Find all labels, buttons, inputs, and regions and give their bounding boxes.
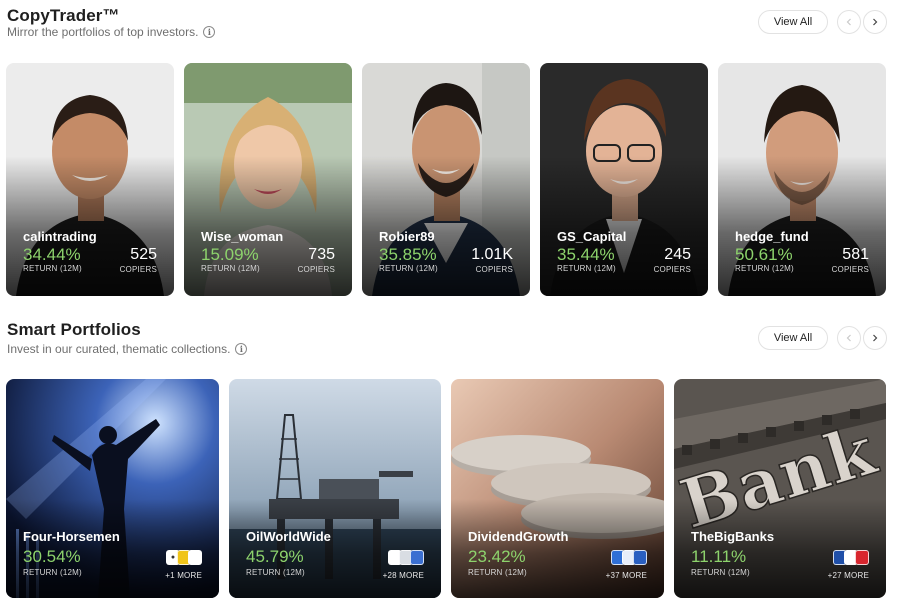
portfolio-name: Four-Horsemen xyxy=(23,529,120,544)
trader-name: hedge_fund xyxy=(735,229,809,244)
trader-card[interactable]: Robier89 35.85% RETURN (12M) 1.01K COPIE… xyxy=(362,63,530,296)
portfolio-return: 30.54% xyxy=(23,547,81,566)
trader-copiers: 245 xyxy=(664,246,691,263)
portfolio-name: OilWorldWide xyxy=(246,529,331,544)
trader-copiers-label: COPIERS xyxy=(297,265,335,274)
chevron-left-icon xyxy=(846,18,851,26)
trader-return: 15.09% xyxy=(201,245,259,264)
portfolio-return-label: RETURN (12M) xyxy=(691,568,750,577)
trader-name: calintrading xyxy=(23,229,97,244)
portfolio-assets-stack xyxy=(611,550,647,565)
portfolio-return: 23.42% xyxy=(468,547,526,566)
trader-copiers: 581 xyxy=(842,246,869,263)
smart-portfolios-subtitle-text: Invest in our curated, thematic collecti… xyxy=(7,342,231,356)
copytrader-subtitle: Mirror the portfolios of top investors. … xyxy=(7,25,216,39)
smart-portfolios-title: Smart Portfolios xyxy=(7,320,141,339)
card-shade xyxy=(540,156,708,296)
copytrader-subtitle-text: Mirror the portfolios of top investors. xyxy=(7,25,199,39)
chevron-right-icon xyxy=(873,18,878,26)
trader-return-label: RETURN (12M) xyxy=(735,264,794,273)
trader-return-label: RETURN (12M) xyxy=(557,264,616,273)
trader-card[interactable]: GS_Capital 35.44% RETURN (12M) 245 COPIE… xyxy=(540,63,708,296)
portfolio-return-label: RETURN (12M) xyxy=(468,568,527,577)
copytrader-next-button[interactable] xyxy=(863,10,887,34)
trader-return: 34.44% xyxy=(23,245,81,264)
portfolio-name: TheBigBanks xyxy=(691,529,775,544)
portfolio-more-count: +27 MORE xyxy=(827,571,869,580)
smart-portfolios-subtitle: Invest in our curated, thematic collecti… xyxy=(7,342,248,356)
trader-copiers: 735 xyxy=(308,246,335,263)
trader-return-label: RETURN (12M) xyxy=(23,264,82,273)
portfolio-more-count: +28 MORE xyxy=(382,571,424,580)
copytrader-section: CopyTrader™ Mirror the portfolios of top… xyxy=(0,0,900,300)
chevron-right-icon xyxy=(873,334,878,342)
info-icon[interactable]: i xyxy=(203,26,216,38)
asset-logo-icon xyxy=(410,550,424,565)
portfolio-more-count: +1 MORE xyxy=(165,571,202,580)
portfolio-assets-stack xyxy=(833,550,869,565)
card-shade xyxy=(6,156,174,296)
trader-card[interactable]: Wise_woman 15.09% RETURN (12M) 735 COPIE… xyxy=(184,63,352,296)
card-shade xyxy=(184,156,352,296)
trader-name: Wise_woman xyxy=(201,229,284,244)
portfolio-return-label: RETURN (12M) xyxy=(23,568,82,577)
trader-copiers-label: COPIERS xyxy=(119,265,157,274)
copytrader-title: CopyTrader™ xyxy=(7,6,120,25)
smart-portfolios-section: Smart Portfolios Invest in our curated, … xyxy=(0,300,900,602)
portfolio-return: 45.79% xyxy=(246,547,304,566)
portfolio-assets-stack: ● xyxy=(166,550,202,565)
smart-portfolios-next-button[interactable] xyxy=(863,326,887,350)
trader-copiers-label: COPIERS xyxy=(475,265,513,274)
asset-logo-icon xyxy=(855,550,869,565)
trader-return: 50.61% xyxy=(735,245,793,264)
portfolio-return: 11.11% xyxy=(691,547,747,566)
smart-portfolios-view-all-button[interactable]: View All xyxy=(758,326,828,350)
asset-logo-icon xyxy=(633,550,647,565)
trader-card[interactable]: hedge_fund 50.61% RETURN (12M) 581 COPIE… xyxy=(718,63,886,296)
trader-return-label: RETURN (12M) xyxy=(201,264,260,273)
portfolio-name: DividendGrowth xyxy=(468,529,569,544)
copytrader-view-all-button[interactable]: View All xyxy=(758,10,828,34)
trader-return: 35.85% xyxy=(379,245,437,264)
portfolio-card[interactable]: OilWorldWide 45.79% RETURN (12M) +28 MOR… xyxy=(229,379,441,598)
portfolio-card[interactable]: Bank TheBigBanks 11.11% RETURN (12M) +27… xyxy=(674,379,886,598)
portfolio-return-label: RETURN (12M) xyxy=(246,568,305,577)
asset-logo-icon xyxy=(188,550,202,565)
trader-name: Robier89 xyxy=(379,229,435,244)
smart-portfolios-prev-button[interactable] xyxy=(837,326,861,350)
trader-copiers-label: COPIERS xyxy=(831,265,869,274)
portfolio-more-count: +37 MORE xyxy=(605,571,647,580)
copytrader-prev-button[interactable] xyxy=(837,10,861,34)
portfolio-card[interactable]: Four-Horsemen 30.54% RETURN (12M) ● +1 M… xyxy=(6,379,219,598)
card-shade xyxy=(362,156,530,296)
trader-name: GS_Capital xyxy=(557,229,627,244)
portfolio-card[interactable]: DividendGrowth 23.42% RETURN (12M) +37 M… xyxy=(451,379,664,598)
trader-copiers: 1.01K xyxy=(471,246,513,263)
trader-copiers: 525 xyxy=(130,246,157,263)
chevron-left-icon xyxy=(846,334,851,342)
trader-return-label: RETURN (12M) xyxy=(379,264,438,273)
trader-return: 35.44% xyxy=(557,245,615,264)
trader-card[interactable]: calintrading 34.44% RETURN (12M) 525 COP… xyxy=(6,63,174,296)
trader-copiers-label: COPIERS xyxy=(653,265,691,274)
info-icon[interactable]: i xyxy=(235,343,248,355)
card-shade xyxy=(718,156,886,296)
portfolio-assets-stack xyxy=(388,550,424,565)
